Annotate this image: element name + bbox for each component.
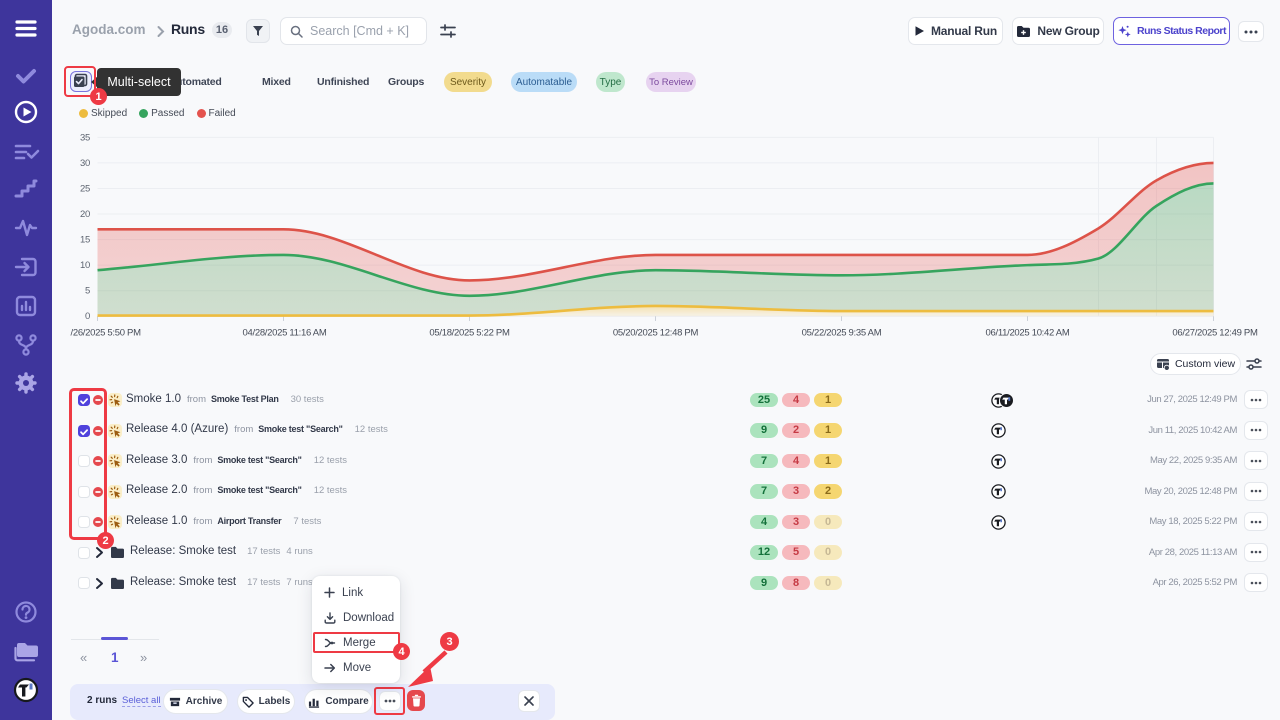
svg-text:05/22/2025 9:35 AM: 05/22/2025 9:35 AM — [802, 328, 882, 339]
svg-text:05/20/2025 12:48 PM: 05/20/2025 12:48 PM — [613, 328, 699, 339]
svg-text:/26/2025 5:50 PM: /26/2025 5:50 PM — [71, 328, 142, 339]
svg-text:0: 0 — [85, 311, 90, 322]
svg-text:05/18/2025 5:22 PM: 05/18/2025 5:22 PM — [429, 328, 510, 339]
svg-text:15: 15 — [80, 235, 90, 246]
svg-text:30: 30 — [80, 158, 90, 169]
svg-text:10: 10 — [80, 260, 90, 271]
svg-text:06/11/2025 10:42 AM: 06/11/2025 10:42 AM — [986, 328, 1070, 339]
svg-text:5: 5 — [85, 286, 90, 297]
svg-text:06/27/2025 12:49 PM: 06/27/2025 12:49 PM — [1172, 328, 1258, 339]
svg-text:20: 20 — [80, 209, 90, 220]
svg-text:04/28/2025 11:16 AM: 04/28/2025 11:16 AM — [243, 328, 327, 339]
svg-text:35: 35 — [80, 133, 90, 144]
svg-text:25: 25 — [80, 184, 90, 195]
